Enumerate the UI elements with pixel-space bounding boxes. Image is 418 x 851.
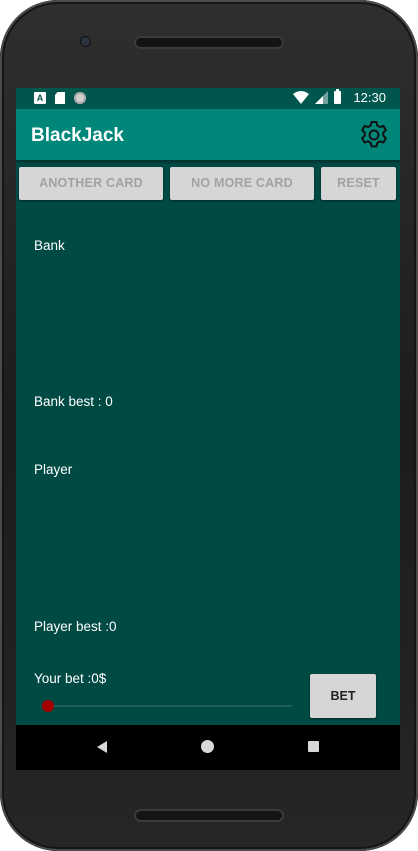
another-card-button[interactable]: ANOTHER CARD xyxy=(19,167,163,200)
wifi-icon xyxy=(293,91,310,104)
bank-label: Bank xyxy=(34,238,65,253)
navigation-bar xyxy=(16,725,400,770)
status-bar: A 12:30 xyxy=(16,88,400,109)
earpiece-speaker xyxy=(134,36,284,49)
sd-card-icon xyxy=(55,92,65,104)
reset-button[interactable]: RESET xyxy=(321,167,396,200)
app-screen: A 12:30 BlackJack ANOTHER CARD NO MORE C… xyxy=(16,88,400,770)
slider-thumb[interactable] xyxy=(42,700,54,712)
app-title: BlackJack xyxy=(31,125,124,146)
status-time: 12:30 xyxy=(353,90,386,105)
bet-slider[interactable] xyxy=(40,694,292,718)
home-icon[interactable] xyxy=(201,740,214,753)
slider-track xyxy=(48,705,292,707)
signal-icon xyxy=(315,91,329,104)
app-bar: BlackJack xyxy=(16,109,400,160)
keyboard-a-icon: A xyxy=(34,92,46,104)
gear-icon[interactable] xyxy=(358,119,390,151)
bottom-speaker xyxy=(134,809,284,822)
player-label: Player xyxy=(34,462,73,477)
battery-icon xyxy=(334,89,342,104)
phone-frame: A 12:30 BlackJack ANOTHER CARD NO MORE C… xyxy=(0,0,418,851)
sync-circle-icon xyxy=(74,92,86,104)
recents-icon[interactable] xyxy=(308,741,319,752)
bank-best-score: Bank best : 0 xyxy=(34,394,113,409)
player-best-score: Player best :0 xyxy=(34,619,117,634)
no-more-card-button[interactable]: NO MORE CARD xyxy=(170,167,314,200)
bet-button[interactable]: BET xyxy=(310,674,376,718)
front-camera xyxy=(81,37,90,46)
bet-amount-label: Your bet :0$ xyxy=(34,671,107,686)
back-icon[interactable] xyxy=(95,740,109,754)
